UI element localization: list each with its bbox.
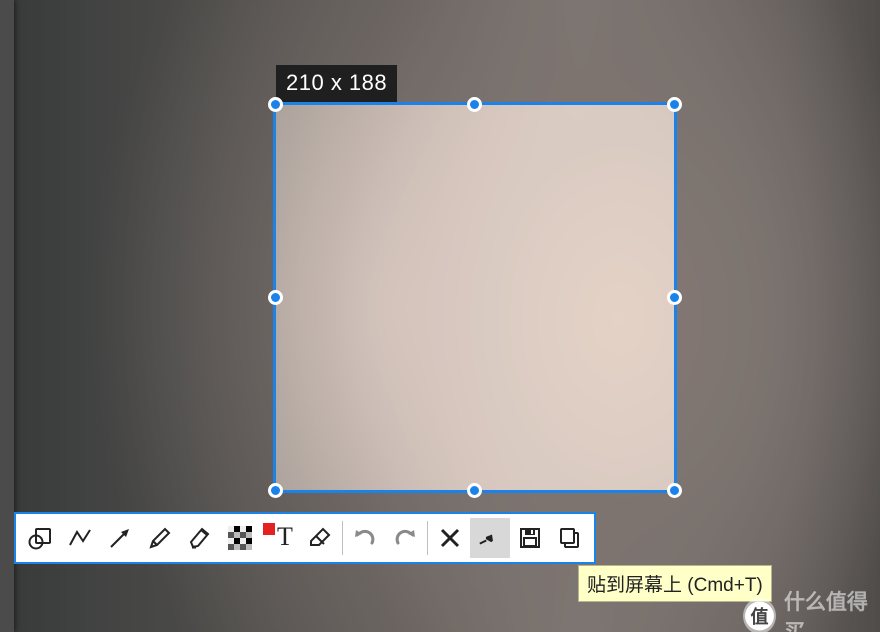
handle-se[interactable] [667,483,682,498]
marker-button[interactable] [180,518,220,558]
pencil-button[interactable] [140,518,180,558]
watermark-badge-icon: 值 [743,598,776,632]
redo-icon [392,525,418,551]
handle-e[interactable] [667,290,682,305]
pin-button[interactable] [470,518,510,558]
selection-rectangle[interactable]: 210 x 188 [273,102,677,493]
watermark: 值 什么值得买 [743,586,880,632]
handle-ne[interactable] [667,97,682,112]
text-icon: T [267,525,293,551]
pin-icon [477,525,503,551]
arrow-button[interactable] [100,518,140,558]
toolbar-separator [427,521,428,555]
left-edge [0,0,14,632]
cancel-button[interactable] [430,518,470,558]
copy-button[interactable] [550,518,590,558]
screenshot-canvas: 210 x 188 T 贴到屏幕上 (Cmd+T) 值 什么值得买 [0,0,880,632]
save-icon [517,525,543,551]
redo-button[interactable] [385,518,425,558]
text-button[interactable]: T [260,518,300,558]
annotation-toolbar: T [14,512,596,564]
mosaic-icon [228,526,252,550]
copy-icon [557,525,583,551]
handle-w[interactable] [268,290,283,305]
selection-content [276,105,674,490]
mosaic-button[interactable] [220,518,260,558]
eraser-icon [307,525,333,551]
dimension-label: 210 x 188 [276,65,397,102]
cancel-icon [437,525,463,551]
arrow-icon [107,525,133,551]
polyline-icon [67,525,93,551]
undo-icon [352,525,378,551]
handle-nw[interactable] [268,97,283,112]
shape-icon [27,525,53,551]
marker-icon [187,525,213,551]
undo-button[interactable] [345,518,385,558]
handle-n[interactable] [467,97,482,112]
save-button[interactable] [510,518,550,558]
toolbar-separator [342,521,343,555]
polyline-button[interactable] [60,518,100,558]
shape-button[interactable] [20,518,60,558]
eraser-button[interactable] [300,518,340,558]
watermark-text: 什么值得买 [784,586,880,632]
handle-sw[interactable] [268,483,283,498]
pencil-icon [147,525,173,551]
handle-s[interactable] [467,483,482,498]
